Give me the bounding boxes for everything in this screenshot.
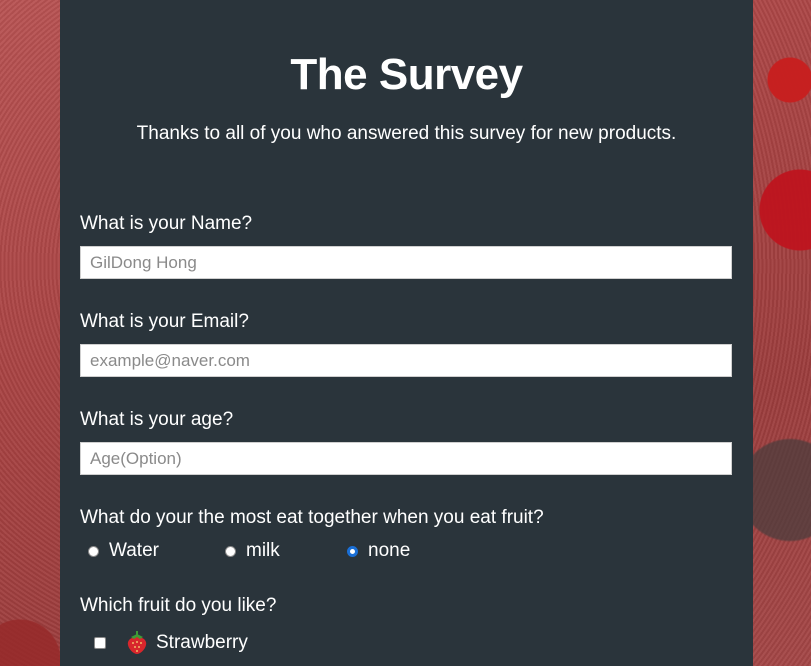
name-label: What is your Name? bbox=[80, 213, 253, 234]
page-title: The Survey bbox=[290, 50, 523, 99]
radio-label-none: none bbox=[368, 540, 411, 561]
radio-label-milk: milk bbox=[246, 540, 280, 561]
checkbox-strawberry[interactable] bbox=[94, 637, 106, 649]
drink-question-label: What do your the most eat together when … bbox=[80, 507, 544, 528]
drink-radio-group: Water milk none bbox=[88, 540, 728, 566]
radio-label-water: Water bbox=[109, 540, 159, 561]
checkbox-label-strawberry: Strawberry bbox=[156, 632, 248, 653]
name-input[interactable] bbox=[80, 246, 732, 279]
survey-form: The Survey Thanks to all of you who answ… bbox=[60, 0, 753, 666]
strawberry-icon bbox=[127, 631, 147, 654]
age-label: What is your age? bbox=[80, 409, 234, 430]
radio-button-milk[interactable] bbox=[225, 545, 236, 557]
radio-option-milk[interactable]: milk bbox=[225, 540, 280, 562]
radio-option-none[interactable]: none bbox=[347, 540, 410, 562]
page-description: Thanks to all of you who answered this s… bbox=[136, 123, 677, 144]
fruit-question-label: Which fruit do you like? bbox=[80, 595, 277, 616]
radio-button-water[interactable] bbox=[88, 545, 99, 557]
age-input[interactable] bbox=[80, 442, 732, 475]
email-label: What is your Email? bbox=[80, 311, 249, 332]
email-input[interactable] bbox=[80, 344, 732, 377]
radio-button-none[interactable] bbox=[347, 545, 358, 557]
radio-option-water[interactable]: Water bbox=[88, 540, 159, 562]
fruit-option-strawberry[interactable]: Strawberry bbox=[94, 631, 248, 655]
